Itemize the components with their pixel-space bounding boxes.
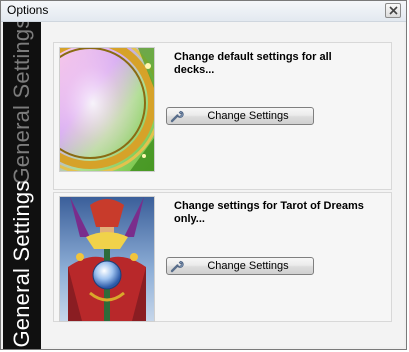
- settings-sidebar: General Settings General Settings: [3, 22, 41, 349]
- wrench-icon: [170, 260, 184, 273]
- tarot-card-thumbnail: [59, 196, 155, 322]
- wrench-icon: [170, 110, 184, 123]
- default-settings-description: Change default settings for all decks...: [174, 51, 332, 76]
- change-default-settings-button[interactable]: Change Settings: [166, 107, 314, 125]
- title-bar[interactable]: Options: [1, 1, 406, 22]
- options-window: Options General Settings General Setting…: [0, 0, 407, 350]
- tab-label: General Settings: [9, 22, 34, 185]
- close-button[interactable]: [385, 3, 401, 18]
- tab-general-settings-inactive[interactable]: General Settings: [3, 22, 41, 184]
- options-content: General Settings General Settings Change…: [3, 22, 404, 349]
- window-title: Options: [7, 3, 49, 17]
- tab-general-settings-active[interactable]: General Settings: [3, 179, 41, 349]
- close-icon: [389, 6, 398, 15]
- button-label: Change Settings: [207, 260, 289, 272]
- card-back-thumbnail: [59, 47, 155, 172]
- deck-settings-description: Change settings for Tarot of Dreams only…: [174, 200, 364, 225]
- default-settings-panel: Change default settings for all decks...…: [53, 42, 392, 190]
- tab-label: General Settings: [9, 180, 34, 348]
- deck-settings-panel: Change settings for Tarot of Dreams only…: [53, 192, 392, 322]
- change-deck-settings-button[interactable]: Change Settings: [166, 257, 314, 275]
- button-label: Change Settings: [207, 110, 289, 122]
